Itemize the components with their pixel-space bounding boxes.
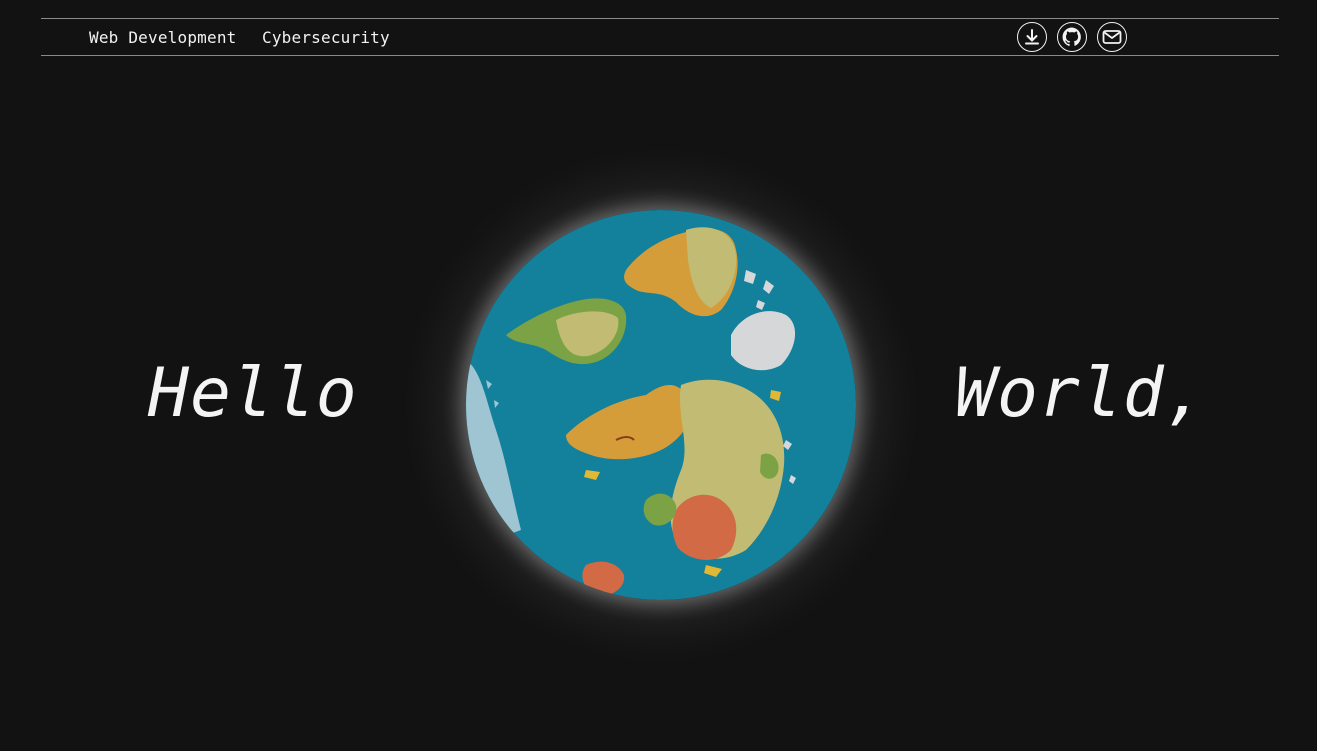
- globe-image: [466, 210, 856, 600]
- page: Web Development Cybersecurity Hello Worl…: [0, 0, 1317, 751]
- globe-illustration: [466, 210, 856, 600]
- hero-world-text: World,: [955, 354, 1207, 433]
- github-icon: [1062, 27, 1081, 47]
- download-icon: [1025, 29, 1039, 45]
- top-navigation: Web Development Cybersecurity: [41, 18, 1279, 56]
- hero-hello-text: Hello: [148, 354, 358, 433]
- download-button[interactable]: [1017, 22, 1047, 52]
- nav-link-web-development[interactable]: Web Development: [89, 28, 237, 47]
- mail-icon: [1102, 30, 1122, 44]
- email-button[interactable]: [1097, 22, 1127, 52]
- nav-link-cybersecurity[interactable]: Cybersecurity: [262, 28, 390, 47]
- github-button[interactable]: [1057, 22, 1087, 52]
